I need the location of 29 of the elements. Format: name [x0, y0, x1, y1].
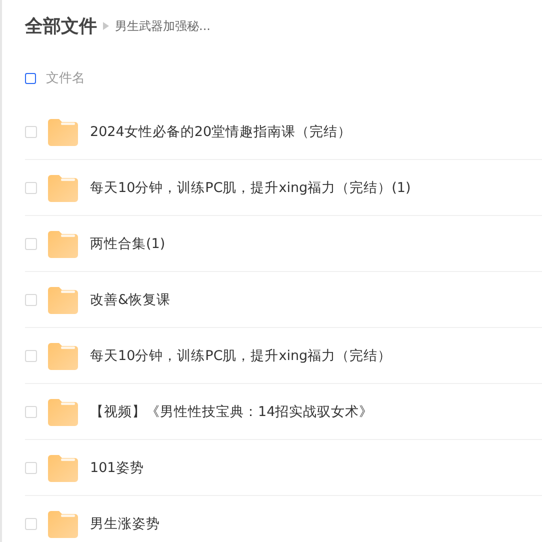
file-name[interactable]: 改善&恢复课 — [90, 290, 171, 308]
row-checkbox[interactable] — [25, 350, 37, 362]
row-checkbox[interactable] — [25, 462, 37, 474]
breadcrumb-arrow-icon — [103, 22, 109, 30]
folder-icon — [48, 286, 78, 314]
folder-icon — [48, 118, 78, 146]
file-name[interactable]: 两性合集(1) — [90, 234, 166, 252]
column-header: 文件名 — [46, 70, 85, 87]
folder-icon — [48, 398, 78, 426]
row-checkbox[interactable] — [25, 294, 37, 306]
folder-icon — [48, 510, 78, 538]
row-checkbox[interactable] — [25, 238, 37, 250]
file-name[interactable]: 每天10分钟，训练PC肌，提升xing福力（完结） — [90, 346, 392, 364]
folder-icon — [48, 230, 78, 258]
file-name[interactable]: 【视频】《男性性技宝典：14招实战驭女术》 — [90, 402, 374, 420]
folder-icon — [48, 342, 78, 370]
row-checkbox[interactable] — [25, 406, 37, 418]
breadcrumb-current[interactable]: 男生武器加强秘... — [115, 18, 210, 34]
file-name[interactable]: 2024女性必备的20堂情趣指南课（完结） — [90, 122, 352, 140]
folder-icon — [48, 454, 78, 482]
breadcrumb-root[interactable]: 全部文件 — [25, 14, 97, 38]
row-checkbox[interactable] — [25, 126, 37, 138]
file-name[interactable]: 每天10分钟，训练PC肌，提升xing福力（完结）(1) — [90, 178, 411, 196]
row-checkbox[interactable] — [25, 182, 37, 194]
select-all-checkbox[interactable] — [25, 72, 36, 84]
row-checkbox[interactable] — [25, 518, 37, 530]
file-name[interactable]: 男生涨姿势 — [90, 514, 160, 532]
file-name[interactable]: 101姿势 — [90, 458, 144, 476]
folder-icon — [48, 174, 78, 202]
